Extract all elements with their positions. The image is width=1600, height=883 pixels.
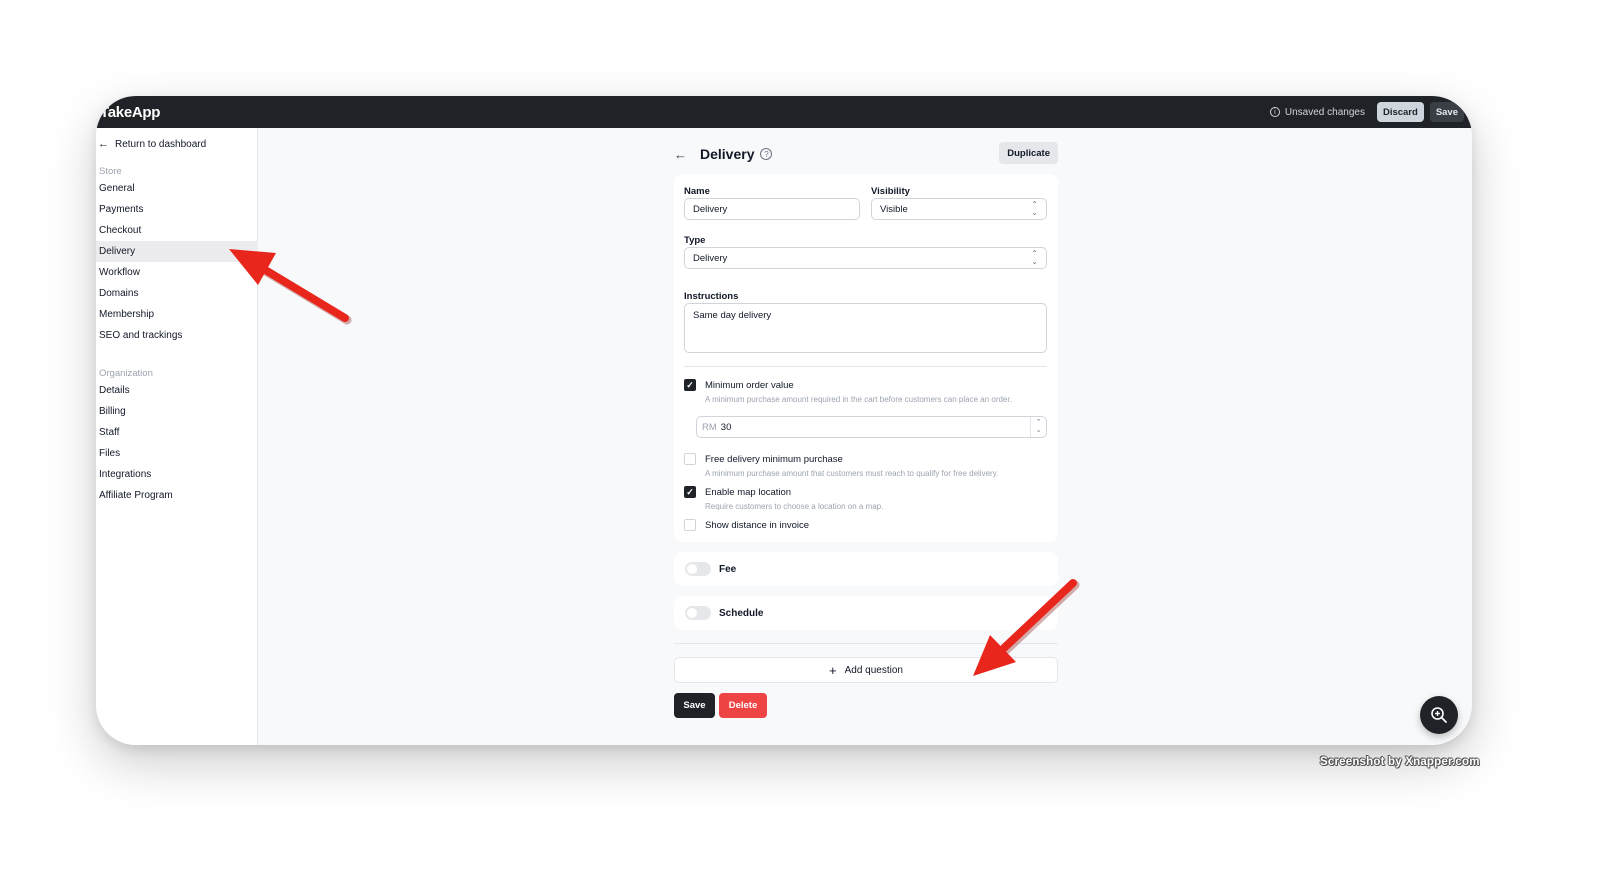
visibility-label: Visibility <box>871 186 910 197</box>
delete-button[interactable]: Delete <box>719 693 767 718</box>
organization-group-label: Organization <box>99 368 153 379</box>
back-arrow-icon[interactable]: ← <box>674 147 696 162</box>
show-distance-checkbox[interactable] <box>684 519 696 531</box>
help-icon[interactable]: ? <box>760 148 773 160</box>
return-to-dashboard-link[interactable]: ← Return to dashboard <box>98 138 206 150</box>
sidebar-item-affiliate-program[interactable]: Affiliate Program <box>96 485 258 506</box>
check-icon: ✓ <box>686 379 694 390</box>
name-input[interactable]: Delivery <box>684 198 860 220</box>
show-distance-label: Show distance in invoice <box>705 520 810 531</box>
schedule-card: Schedule <box>674 596 1058 630</box>
currency-prefix: RM <box>702 421 717 433</box>
chevron-updown-icon: ⌃ ⌄ <box>1031 200 1038 217</box>
sidebar-item-domains[interactable]: Domains <box>96 283 258 304</box>
check-icon: ✓ <box>686 486 694 497</box>
add-question-label: Add question <box>844 664 903 676</box>
sidebar-item-seo[interactable]: SEO and trackings <box>96 325 258 346</box>
add-question-button[interactable]: + Add question <box>674 657 1058 683</box>
sidebar-item-integrations[interactable]: Integrations <box>96 464 258 485</box>
unsaved-indicator: i Unsaved changes <box>1269 106 1365 118</box>
page-title: Delivery <box>700 146 755 162</box>
back-arrow-icon: ← <box>98 138 109 150</box>
fee-card: Fee <box>674 552 1058 586</box>
type-value: Delivery <box>693 252 728 264</box>
divider <box>684 366 1047 367</box>
topbar-save-button[interactable]: Save <box>1429 102 1464 122</box>
sidebar-item-workflow[interactable]: Workflow <box>96 262 258 283</box>
sidebar-item-delivery[interactable]: Delivery <box>96 241 258 262</box>
delivery-settings-card: Name Delivery Visibility Visible ⌃ ⌄ Type… <box>674 174 1058 542</box>
map-location-label: Enable map location <box>705 487 792 498</box>
return-label: Return to dashboard <box>115 138 207 150</box>
brand-logo: TakeApp <box>100 103 161 121</box>
app-window: TakeApp i Unsaved changes Discard Save ←… <box>96 96 1472 745</box>
type-select[interactable]: Delivery ⌃ ⌄ <box>684 247 1047 269</box>
map-location-desc: Require customers to choose a location o… <box>705 502 884 511</box>
save-button[interactable]: Save <box>674 693 715 718</box>
page-header: ← Delivery ? Duplicate <box>674 142 1058 166</box>
top-bar: TakeApp i Unsaved changes Discard Save <box>96 96 1472 128</box>
sidebar-item-checkout[interactable]: Checkout <box>96 220 258 241</box>
plus-icon: + <box>829 662 837 678</box>
min-order-value: 30 <box>720 421 732 433</box>
sidebar-item-payments[interactable]: Payments <box>96 199 258 220</box>
free-delivery-label: Free delivery minimum purchase <box>705 454 843 465</box>
watermark: Screenshot by Xnapper.com <box>1320 756 1480 768</box>
sidebar-item-general[interactable]: General <box>96 178 258 199</box>
name-label: Name <box>684 186 710 197</box>
sidebar-item-membership[interactable]: Membership <box>96 304 258 325</box>
schedule-toggle[interactable] <box>685 606 711 620</box>
number-stepper[interactable]: ⌃ ⌄ <box>1030 417 1046 437</box>
map-location-checkbox[interactable]: ✓ <box>684 486 696 498</box>
min-order-checkbox[interactable]: ✓ <box>684 379 696 391</box>
min-order-desc: A minimum purchase amount required in th… <box>705 395 1012 404</box>
instructions-textarea[interactable]: Same day delivery <box>684 303 1047 353</box>
sidebar-item-details[interactable]: Details <box>96 380 258 401</box>
fee-toggle[interactable] <box>685 562 711 576</box>
chevron-updown-icon: ⌃ ⌄ <box>1031 249 1038 266</box>
min-order-input[interactable]: RM 30 ⌃ ⌄ <box>696 416 1047 438</box>
visibility-value: Visible <box>880 203 908 215</box>
free-delivery-checkbox[interactable] <box>684 453 696 465</box>
topbar-actions: i Unsaved changes Discard Save <box>1269 102 1464 122</box>
free-delivery-desc: A minimum purchase amount that customers… <box>705 469 999 478</box>
sidebar-item-billing[interactable]: Billing <box>96 401 258 422</box>
type-label: Type <box>684 235 706 246</box>
sidebar-item-staff[interactable]: Staff <box>96 422 258 443</box>
instructions-label: Instructions <box>684 291 739 302</box>
store-group-label: Store <box>99 166 122 177</box>
zoom-in-icon <box>1431 707 1447 723</box>
name-value: Delivery <box>693 203 728 215</box>
min-order-label: Minimum order value <box>705 380 794 391</box>
fee-label: Fee <box>719 563 737 575</box>
discard-button[interactable]: Discard <box>1376 102 1424 122</box>
sidebar: ← Return to dashboard Store General Paym… <box>96 128 258 745</box>
unsaved-label: Unsaved changes <box>1284 106 1365 118</box>
sidebar-item-files[interactable]: Files <box>96 443 258 464</box>
info-icon: i <box>1269 107 1280 117</box>
divider <box>674 643 1058 644</box>
zoom-in-button[interactable] <box>1420 696 1458 734</box>
duplicate-button[interactable]: Duplicate <box>999 142 1058 164</box>
visibility-select[interactable]: Visible ⌃ ⌄ <box>871 198 1047 220</box>
schedule-label: Schedule <box>719 607 764 619</box>
